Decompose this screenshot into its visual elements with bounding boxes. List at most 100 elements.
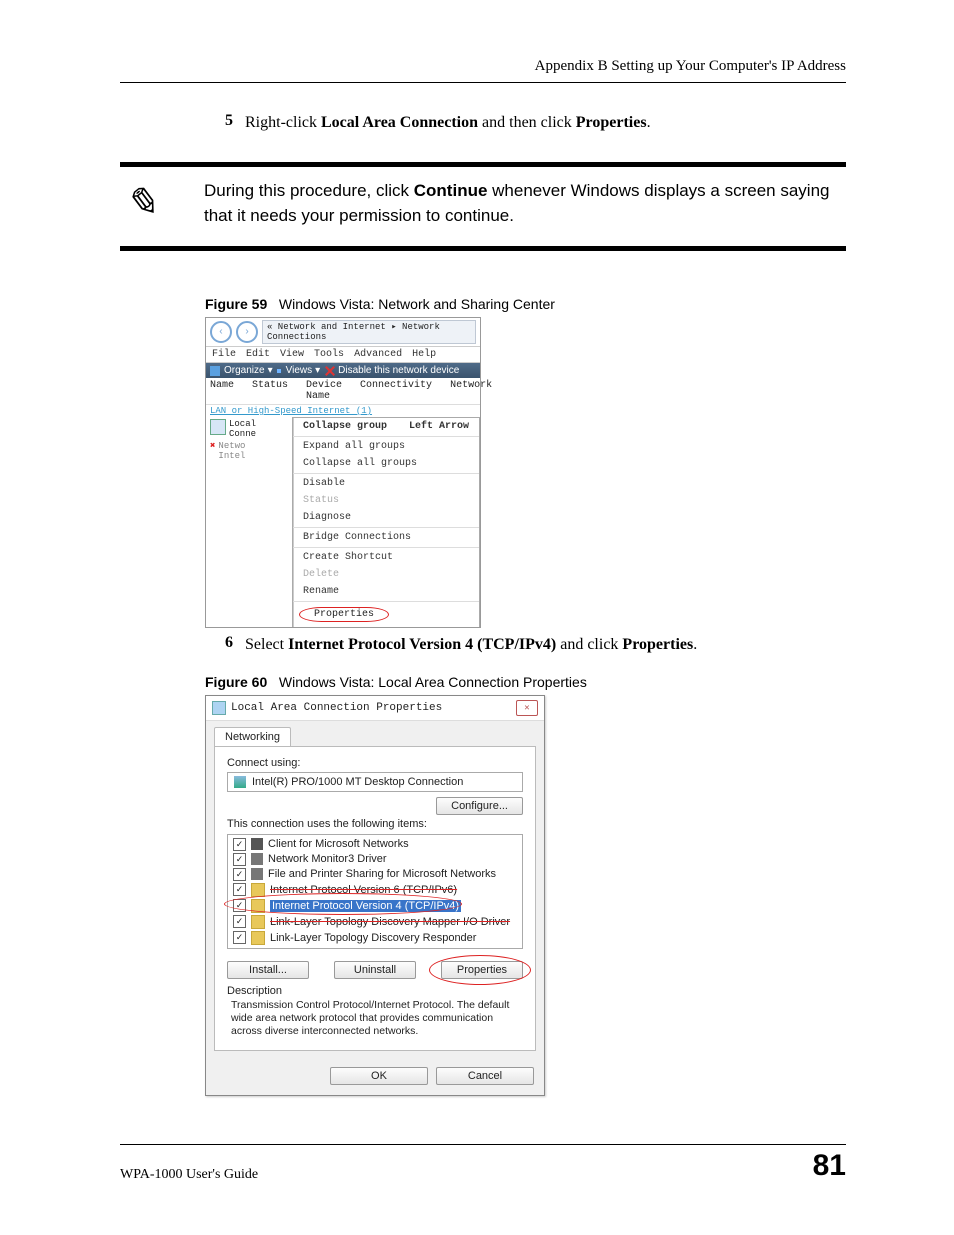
list-item[interactable]: Link-Layer Topology Discovery Mapper I/O… (228, 914, 522, 930)
adapter-name: Intel(R) PRO/1000 MT Desktop Connection (252, 776, 463, 788)
footer-guide: WPA-1000 User's Guide (120, 1167, 258, 1183)
views-label: Views (286, 365, 313, 376)
ctx-status: Status (293, 492, 479, 509)
col-name[interactable]: Name (210, 380, 234, 402)
client-icon (251, 838, 263, 850)
list-item[interactable]: Network Monitor3 Driver (228, 852, 522, 867)
views-icon (277, 366, 282, 376)
figure-60-caption: Figure 60 Windows Vista: Local Area Conn… (205, 674, 846, 690)
note-text: During this procedure, click Continue wh… (184, 179, 846, 228)
step6-pre: Select (245, 636, 288, 653)
ctx-collapse-all[interactable]: Collapse all groups (293, 455, 479, 472)
close-icon[interactable]: ✕ (516, 700, 538, 716)
configure-button[interactable]: Configure... (436, 797, 523, 815)
header-rule (120, 82, 846, 83)
ctx-delete: Delete (293, 566, 479, 583)
protocol-icon (251, 915, 265, 929)
cancel-button[interactable]: Cancel (436, 1067, 534, 1085)
note-pencil-icon: ✎ (120, 179, 184, 228)
step-6-text: Select Internet Protocol Version 4 (TCP/… (245, 634, 846, 656)
disable-network-button[interactable]: Disable this network device (338, 365, 459, 376)
step-6-number: 6 (205, 634, 233, 656)
service-icon (251, 868, 263, 880)
protocol-icon (251, 931, 265, 945)
tab-networking[interactable]: Networking (214, 727, 291, 746)
menu-bar: File Edit View Tools Advanced Help (206, 347, 480, 363)
ctx-diagnose[interactable]: Diagnose (293, 509, 479, 526)
column-headers: Name Status Device Name Connectivity Net… (206, 378, 480, 405)
note-pre: During this procedure, click (204, 181, 414, 200)
item-client: Client for Microsoft Networks (268, 838, 409, 850)
ctx-properties-highlight: Properties (299, 607, 389, 622)
checkbox-icon[interactable] (233, 915, 246, 928)
checkbox-icon[interactable] (233, 838, 246, 851)
item-fileprint: File and Printer Sharing for Microsoft N… (268, 868, 496, 880)
nav-forward-icon[interactable]: › (236, 321, 258, 343)
item-lltd-responder: Link-Layer Topology Discovery Responder (270, 932, 476, 944)
step6-b2: Properties (622, 636, 693, 653)
menu-edit[interactable]: Edit (246, 349, 270, 360)
ctx-collapse-group[interactable]: Collapse group Left Arrow (293, 418, 479, 435)
protocol-icon (251, 883, 265, 897)
fig59-text: Windows Vista: Network and Sharing Cente… (279, 296, 555, 312)
address-bar[interactable]: « Network and Internet ▸ Network Connect… (262, 320, 476, 344)
organize-icon (210, 366, 220, 376)
note-block: ✎ During this procedure, click Continue … (120, 162, 846, 251)
step5-b2: Properties (576, 114, 647, 131)
connection-item[interactable]: Local Conne ✖ Netwo Intel (206, 417, 292, 627)
ctx-properties[interactable]: Properties (314, 609, 374, 620)
nav-back-icon[interactable]: ‹ (210, 321, 232, 343)
connect-using-label: Connect using: (227, 757, 523, 769)
ctx-expand-all[interactable]: Expand all groups (293, 438, 479, 455)
conn-line1: Local (229, 419, 256, 429)
organize-label: Organize (224, 365, 265, 376)
figure-59-caption: Figure 59 Windows Vista: Network and Sha… (205, 296, 846, 312)
list-item[interactable]: Client for Microsoft Networks (228, 837, 522, 852)
checkbox-icon[interactable] (233, 883, 246, 896)
ipv4-highlight-oval (224, 893, 462, 915)
header-appendix: Appendix B Setting up Your Computer's IP… (535, 58, 846, 75)
checkbox-icon[interactable] (233, 868, 246, 881)
ctx-rename[interactable]: Rename (293, 583, 479, 600)
col-conn[interactable]: Connectivity (360, 380, 432, 402)
screenshot-network-connections: ‹ › « Network and Internet ▸ Network Con… (205, 317, 481, 628)
conn-line2: Conne (229, 429, 256, 439)
menu-view[interactable]: View (280, 349, 304, 360)
properties-highlight-oval (429, 955, 531, 985)
ctx-bridge[interactable]: Bridge Connections (293, 529, 479, 546)
checkbox-icon[interactable] (233, 931, 246, 944)
dialog-icon (212, 701, 226, 715)
list-item[interactable]: File and Printer Sharing for Microsoft N… (228, 867, 522, 882)
organize-button[interactable]: Organize ▾ (224, 365, 273, 376)
uninstall-button[interactable]: Uninstall (334, 961, 416, 979)
menu-tools[interactable]: Tools (314, 349, 344, 360)
page-number: 81 (813, 1149, 846, 1183)
fig60-text: Windows Vista: Local Area Connection Pro… (279, 674, 587, 690)
col-device[interactable]: Device Name (306, 380, 342, 402)
col-status[interactable]: Status (252, 380, 288, 402)
ctx-shortcut-create[interactable]: Create Shortcut (293, 549, 479, 566)
service-icon (251, 853, 263, 865)
step-5: 5 Right-click Local Area Connection and … (205, 112, 846, 134)
ok-button[interactable]: OK (330, 1067, 428, 1085)
description-text: Transmission Control Protocol/Internet P… (227, 997, 523, 1038)
ctx-collapse-label: Collapse group (303, 421, 387, 432)
install-button[interactable]: Install... (227, 961, 309, 979)
menu-help[interactable]: Help (412, 349, 436, 360)
group-header[interactable]: LAN or High-Speed Internet (1) (206, 405, 480, 417)
list-item[interactable]: Link-Layer Topology Discovery Responder (228, 930, 522, 946)
adapter-icon (234, 776, 246, 788)
col-network[interactable]: Network (450, 380, 492, 402)
checkbox-icon[interactable] (233, 853, 246, 866)
menu-file[interactable]: File (212, 349, 236, 360)
views-button[interactable]: Views ▾ (286, 365, 321, 376)
menu-advanced[interactable]: Advanced (354, 349, 402, 360)
step-5-text: Right-click Local Area Connection and th… (245, 112, 846, 134)
note-bold: Continue (414, 181, 488, 200)
ctx-disable[interactable]: Disable (293, 475, 479, 492)
step5-b1: Local Area Connection (321, 114, 478, 131)
dialog-title: Local Area Connection Properties (231, 702, 442, 714)
step5-mid: and then click (478, 114, 576, 131)
conn-line4: Intel (218, 451, 245, 461)
items-label: This connection uses the following items… (227, 818, 523, 830)
